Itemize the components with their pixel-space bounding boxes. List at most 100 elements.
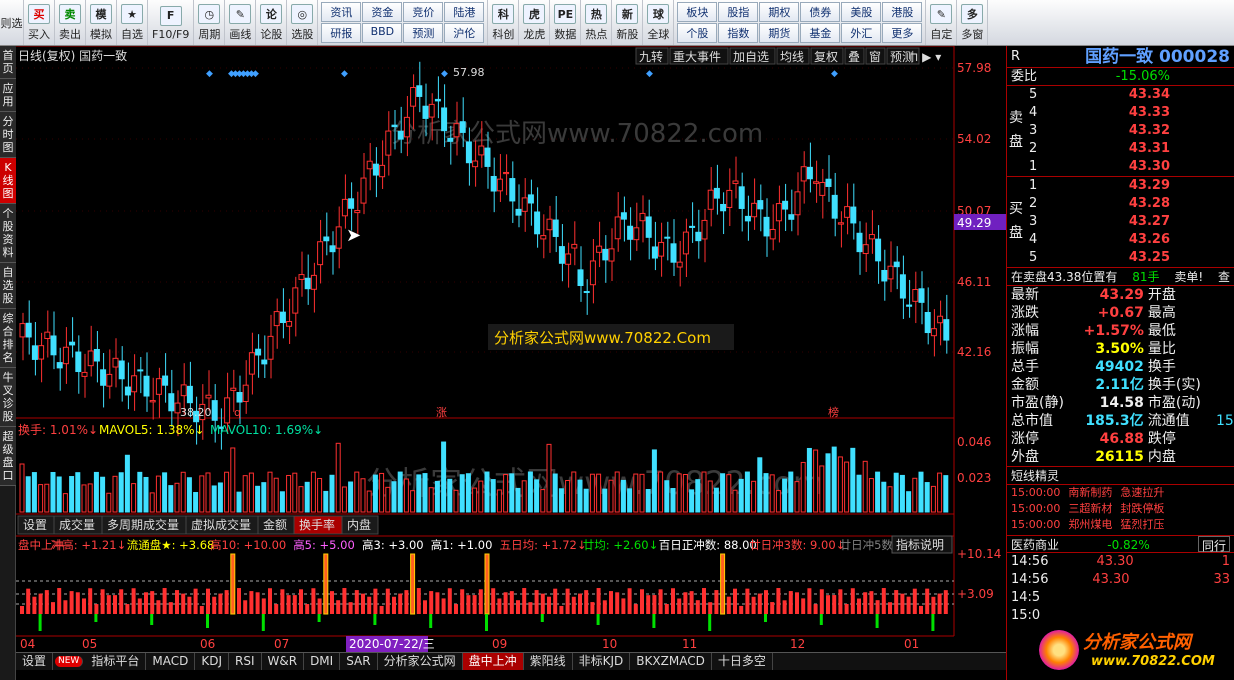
- toolbar-btn-2[interactable]: PE 数据: [550, 0, 582, 45]
- left-tab-8[interactable]: 超级盘口: [0, 427, 16, 486]
- toolbar-grid-btn[interactable]: 股指: [718, 2, 759, 22]
- bottom-tab-10[interactable]: 盘中上冲: [462, 653, 524, 670]
- bottom-tab-9[interactable]: 分析家公式网: [378, 653, 463, 670]
- elf-item[interactable]: 15:00:00 南新制药 急速拉升: [1007, 485, 1234, 501]
- toolbar-btn-6[interactable]: ✎ 画线: [225, 0, 257, 45]
- toolbar-btn-0[interactable]: ✎ 自定: [926, 0, 958, 45]
- vol-bar: [782, 478, 788, 513]
- toolbar-grid-btn[interactable]: 指数: [718, 23, 759, 43]
- sector-button[interactable]: 同行: [1197, 536, 1230, 553]
- toolbar-grid-btn[interactable]: 陆港: [444, 2, 485, 22]
- toolbar-grid-btn[interactable]: 美股: [841, 2, 882, 22]
- toolbar-grid-btn[interactable]: 沪伦: [444, 23, 485, 43]
- elf-header[interactable]: 短线精灵: [1007, 467, 1234, 485]
- candle-body: [645, 216, 652, 238]
- toolbar-btn-1[interactable]: 卖卖出: [55, 0, 86, 45]
- left-tab-1[interactable]: 应用: [0, 79, 16, 112]
- buy-level-4[interactable]: 4 43.26: [1007, 231, 1234, 249]
- toolbar-grid-btn[interactable]: 竞价: [403, 2, 444, 22]
- bottom-tab-11[interactable]: 紫阳线: [524, 653, 573, 670]
- big-order-notice[interactable]: 在卖盘43.38位置有 81手 卖单! 查: [1007, 268, 1234, 286]
- toolbar-btn-7[interactable]: 论论股: [256, 0, 288, 45]
- brand-name: 分析家公式网: [1083, 632, 1191, 653]
- buy-level-5[interactable]: 5 43.25: [1007, 249, 1234, 267]
- toolbar-grid-btn[interactable]: 预测: [403, 23, 444, 43]
- toolbar-btn-0[interactable]: 买买入: [24, 0, 55, 45]
- left-tab-6[interactable]: 综合排名: [0, 309, 16, 368]
- toolbar-btn-1[interactable]: 多多窗: [957, 0, 989, 45]
- lock-icon[interactable]: ⊓ ▶ ▾: [909, 50, 941, 64]
- candle-body: [38, 345, 45, 360]
- left-tab-2[interactable]: 分时图: [0, 112, 16, 158]
- toolbar-grid-btn[interactable]: 期权: [759, 2, 800, 22]
- event-diamond[interactable]: ◆: [646, 69, 653, 79]
- toolbar-grid-btn[interactable]: 债券: [800, 2, 841, 22]
- event-diamond[interactable]: ◆: [341, 69, 348, 79]
- sell-level-5[interactable]: 1 43.30: [1007, 158, 1234, 176]
- indicator-tab-bar: 设置 NEW 指标平台 MACD KDJ RSI W&R DMI SAR 分析家公式网 盘中上冲 紫阳…: [16, 652, 1006, 670]
- kline-chart[interactable]: 日线(复权) 国药一致 九转 重大事件 加自选 均线 复权叠窗预测⊓ ▶ ▾57.9854…: [16, 46, 1006, 656]
- candle-body: [168, 393, 175, 412]
- sell-level-2[interactable]: 4 43.33: [1007, 104, 1234, 122]
- elf-item[interactable]: 15:00:00 三超新材 封跌停板: [1007, 501, 1234, 517]
- toolbar-btn-3[interactable]: 热热点: [581, 0, 613, 45]
- toolbar-grid-btn[interactable]: 港股: [882, 2, 923, 22]
- buy-level-3[interactable]: 3 43.27: [1007, 213, 1234, 231]
- toolbar-grid-btn[interactable]: 基金: [800, 23, 841, 43]
- candle-body: [831, 194, 838, 219]
- left-tab-5[interactable]: 自选股: [0, 263, 16, 309]
- bottom-tab-13[interactable]: BKXZMACD: [630, 653, 712, 670]
- left-tab-0[interactable]: 首页: [0, 46, 16, 79]
- bottom-tab-0[interactable]: 设置: [16, 653, 54, 670]
- toolbar-grid-btn[interactable]: 更多: [882, 23, 923, 43]
- bottom-tab-14[interactable]: 十日多空: [712, 653, 773, 670]
- ind-bar: [943, 590, 948, 614]
- left-tab-7[interactable]: 牛叉诊股: [0, 368, 16, 427]
- sell-level-1[interactable]: 5 43.34: [1007, 86, 1234, 104]
- elf-item[interactable]: 15:00:00 郑州煤电 猛烈打压: [1007, 517, 1234, 533]
- left-tab-4[interactable]: 个股资料: [0, 204, 16, 263]
- bottom-tab-8[interactable]: SAR: [340, 653, 378, 670]
- toolbar-grid-btn[interactable]: 个股: [677, 23, 718, 43]
- buy-level-1[interactable]: 1 43.29: [1007, 177, 1234, 195]
- toolbar-btn-4[interactable]: 新新股: [612, 0, 644, 45]
- toolbar-btn-1[interactable]: 虎龙虎: [519, 0, 551, 45]
- toolbar-btn-3[interactable]: ★ 自选: [117, 0, 148, 45]
- toolbar-btn-5[interactable]: ◷ 周期: [194, 0, 226, 45]
- bottom-tab-2[interactable]: 指标平台: [85, 653, 147, 670]
- toolbar-label: F10/F9: [152, 27, 190, 41]
- buy-level-2[interactable]: 2 43.28: [1007, 195, 1234, 213]
- toolbar-btn-5[interactable]: 球全球: [643, 0, 675, 45]
- sector-row[interactable]: 医药商业 -0.82% 同行: [1007, 535, 1234, 553]
- candle-body: [81, 371, 88, 377]
- bottom-tab-6[interactable]: W&R: [262, 653, 305, 670]
- bottom-tab-4[interactable]: KDJ: [195, 653, 229, 670]
- sell-level-3[interactable]: 3 43.32: [1007, 122, 1234, 140]
- toolbar-grid-btn[interactable]: 资讯: [321, 2, 362, 22]
- toolbar-grid-btn[interactable]: 资金: [362, 2, 403, 22]
- toolbar-btn-8[interactable]: ◎ 选股: [287, 0, 319, 45]
- toolbar-grid-btn[interactable]: 期货: [759, 23, 800, 43]
- bottom-tab-12[interactable]: 非标KJD: [573, 653, 631, 670]
- ind-bar: [875, 600, 880, 614]
- toolbar-grid-btn[interactable]: BBD: [362, 23, 403, 43]
- left-tab-3[interactable]: K线图: [0, 158, 16, 204]
- bottom-tab-3[interactable]: MACD: [146, 653, 196, 670]
- bottom-tab-1[interactable]: NEW: [55, 656, 84, 667]
- sell-level-4[interactable]: 2 43.31: [1007, 140, 1234, 158]
- event-diamond[interactable]: ◆: [441, 69, 448, 79]
- toolbar-btn-2[interactable]: 模模拟: [86, 0, 117, 45]
- toolbar-grid-btn[interactable]: 研报: [321, 23, 362, 43]
- toolbar-grid-btn[interactable]: 板块: [677, 2, 718, 22]
- event-diamond[interactable]: ◆: [206, 69, 213, 79]
- bottom-tab-5[interactable]: RSI: [229, 653, 262, 670]
- toolbar-btn-4[interactable]: F F10/F9: [148, 0, 195, 45]
- elf-stock: 南新制药: [1068, 486, 1113, 499]
- ind-bar: [317, 598, 322, 614]
- bottom-tab-7[interactable]: DMI: [304, 653, 341, 670]
- toolbar-btn-0[interactable]: 科科创: [488, 0, 520, 45]
- event-diamond[interactable]: ◆: [831, 69, 838, 79]
- toolbar-grid-btn[interactable]: 外汇: [841, 23, 882, 43]
- event-diamond[interactable]: ◆: [252, 69, 259, 79]
- candle-body: [738, 186, 745, 209]
